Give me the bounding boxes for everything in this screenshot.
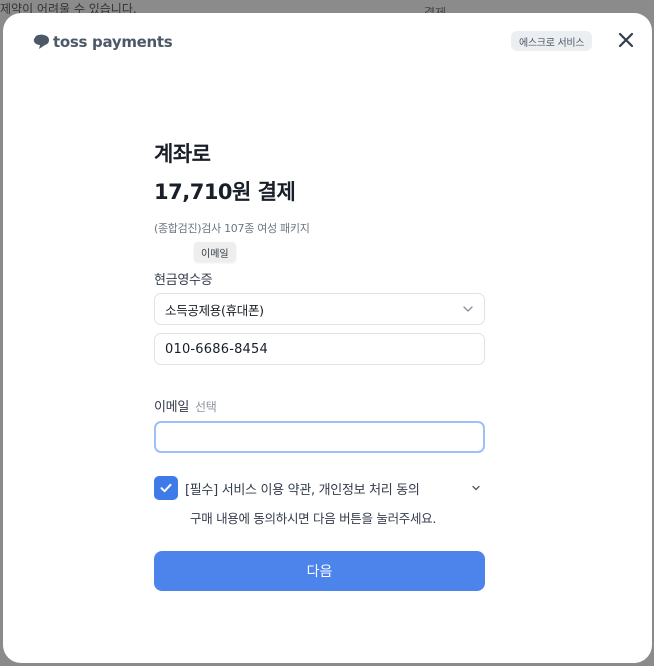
logo-text: toss payments bbox=[53, 33, 173, 51]
terms-checkbox[interactable] bbox=[154, 476, 178, 500]
expand-terms-icon[interactable] bbox=[470, 482, 482, 494]
receipt-type-select[interactable]: 소득공제용(휴대폰) bbox=[154, 293, 485, 325]
terms-agreement-text[interactable]: [필수] 서비스 이용 약관, 개인정보 처리 동의 bbox=[185, 479, 420, 498]
optional-tag: 선택 bbox=[194, 400, 217, 414]
email-label-text: 이메일 bbox=[154, 400, 189, 415]
cash-receipt-label: 현금영수증 bbox=[154, 273, 213, 288]
toss-payments-logo: toss payments bbox=[33, 33, 173, 51]
checkmark-icon bbox=[160, 483, 172, 493]
terms-agreement-row: [필수] 서비스 이용 약관, 개인정보 처리 동의 bbox=[154, 476, 485, 500]
payment-modal: toss payments 에스크로 서비스 계좌로 17,710원 결제 (종… bbox=[3, 13, 652, 663]
product-name: (종합검진)검사 107종 여성 패키지 bbox=[154, 222, 310, 235]
close-icon[interactable] bbox=[615, 29, 637, 51]
payment-amount-title: 17,710원 결제 bbox=[154, 180, 296, 204]
email-label: 이메일 선택 bbox=[154, 396, 217, 415]
escrow-service-button[interactable]: 에스크로 서비스 bbox=[511, 31, 593, 51]
next-button[interactable]: 다음 bbox=[154, 551, 485, 591]
payment-method-title: 계좌로 bbox=[154, 142, 211, 166]
email-input[interactable] bbox=[154, 421, 485, 453]
agreement-notice: 구매 내용에 동의하시면 다음 버튼을 눌러주세요. bbox=[190, 511, 437, 526]
phone-number-input[interactable]: 010-6686-8454 bbox=[154, 333, 485, 365]
chevron-down-icon bbox=[463, 306, 473, 312]
email-tooltip: 이메일 bbox=[194, 242, 236, 262]
logo-icon bbox=[33, 34, 49, 49]
receipt-type-value: 소득공제용(휴대폰) bbox=[165, 302, 264, 318]
